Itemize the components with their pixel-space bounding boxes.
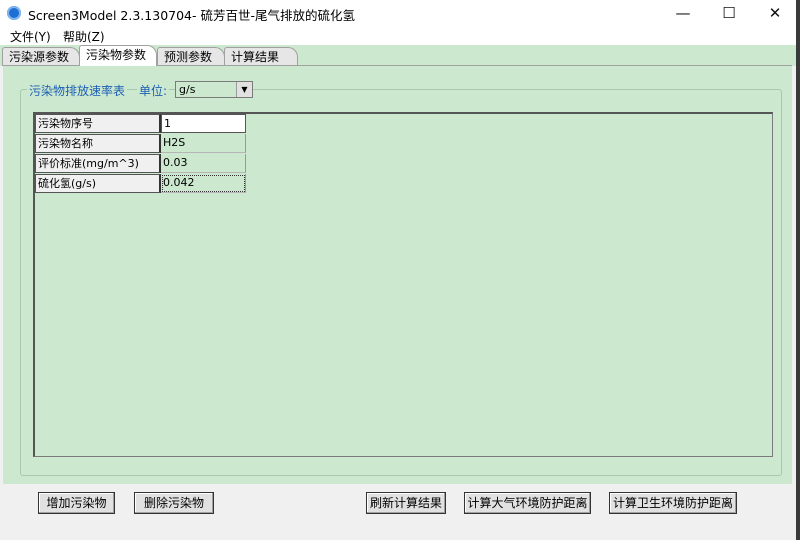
add-pollutant-button[interactable]: 增加污染物 — [38, 492, 115, 514]
delete-pollutant-button[interactable]: 删除污染物 — [134, 492, 214, 514]
tab-results[interactable]: 计算结果 — [224, 47, 298, 66]
menu-help[interactable]: 帮助(Z) — [63, 28, 105, 45]
menu-bar: 文件(Y) 帮助(Z) — [0, 26, 796, 45]
pollutant-grid[interactable]: 污染物序号 1 污染物名称 H2S 评价标准(mg/m^3) 0.03 硫化氢(… — [33, 112, 773, 457]
app-icon — [7, 6, 21, 20]
title-bar[interactable]: Screen3Model 2.3.130704- 硫芳百世-尾气排放的硫化氢 —… — [0, 0, 796, 26]
unit-dropdown[interactable]: g/s ▼ — [175, 81, 253, 98]
row-header: 硫化氢(g/s) — [35, 174, 161, 193]
grid-cell[interactable]: H2S — [161, 134, 246, 153]
close-button[interactable]: ✕ — [752, 0, 798, 26]
calc-air-distance-button[interactable]: 计算大气环境防护距离 — [464, 492, 591, 514]
unit-label: 单位: — [137, 82, 170, 99]
tab-source-params[interactable]: 污染源参数 — [2, 47, 80, 66]
grid-cell[interactable]: 1 — [161, 114, 246, 133]
app-window: Screen3Model 2.3.130704- 硫芳百世-尾气排放的硫化氢 —… — [0, 0, 796, 540]
unit-selected-value: g/s — [179, 83, 196, 96]
grid-cell[interactable]: 0.03 — [161, 154, 246, 173]
desktop-background — [796, 0, 800, 540]
row-header: 评价标准(mg/m^3) — [35, 154, 161, 173]
calc-health-distance-button[interactable]: 计算卫生环境防护距离 — [609, 492, 737, 514]
refresh-results-button[interactable]: 刷新计算结果 — [366, 492, 446, 514]
group-title: 污染物排放速率表 — [27, 82, 128, 99]
tab-panel: 污染物排放速率表 单位: g/s ▼ 污染物序号 1 污染物名称 H2S 评价标… — [3, 65, 792, 484]
window-title: Screen3Model 2.3.130704- 硫芳百世-尾气排放的硫化氢 — [28, 8, 355, 23]
maximize-button[interactable]: ☐ — [706, 0, 752, 26]
tab-prediction-params[interactable]: 预测参数 — [157, 47, 225, 66]
grid-cell[interactable]: 0.042 — [161, 174, 246, 193]
minimize-button[interactable]: — — [660, 0, 706, 26]
row-header: 污染物序号 — [35, 114, 161, 133]
tab-strip: 污染源参数 污染物参数 预测参数 计算结果 — [0, 45, 796, 66]
tab-pollutant-params[interactable]: 污染物参数 — [79, 45, 157, 66]
dropdown-arrow-icon[interactable]: ▼ — [236, 82, 252, 97]
menu-file[interactable]: 文件(Y) — [10, 28, 51, 45]
row-header: 污染物名称 — [35, 134, 161, 153]
